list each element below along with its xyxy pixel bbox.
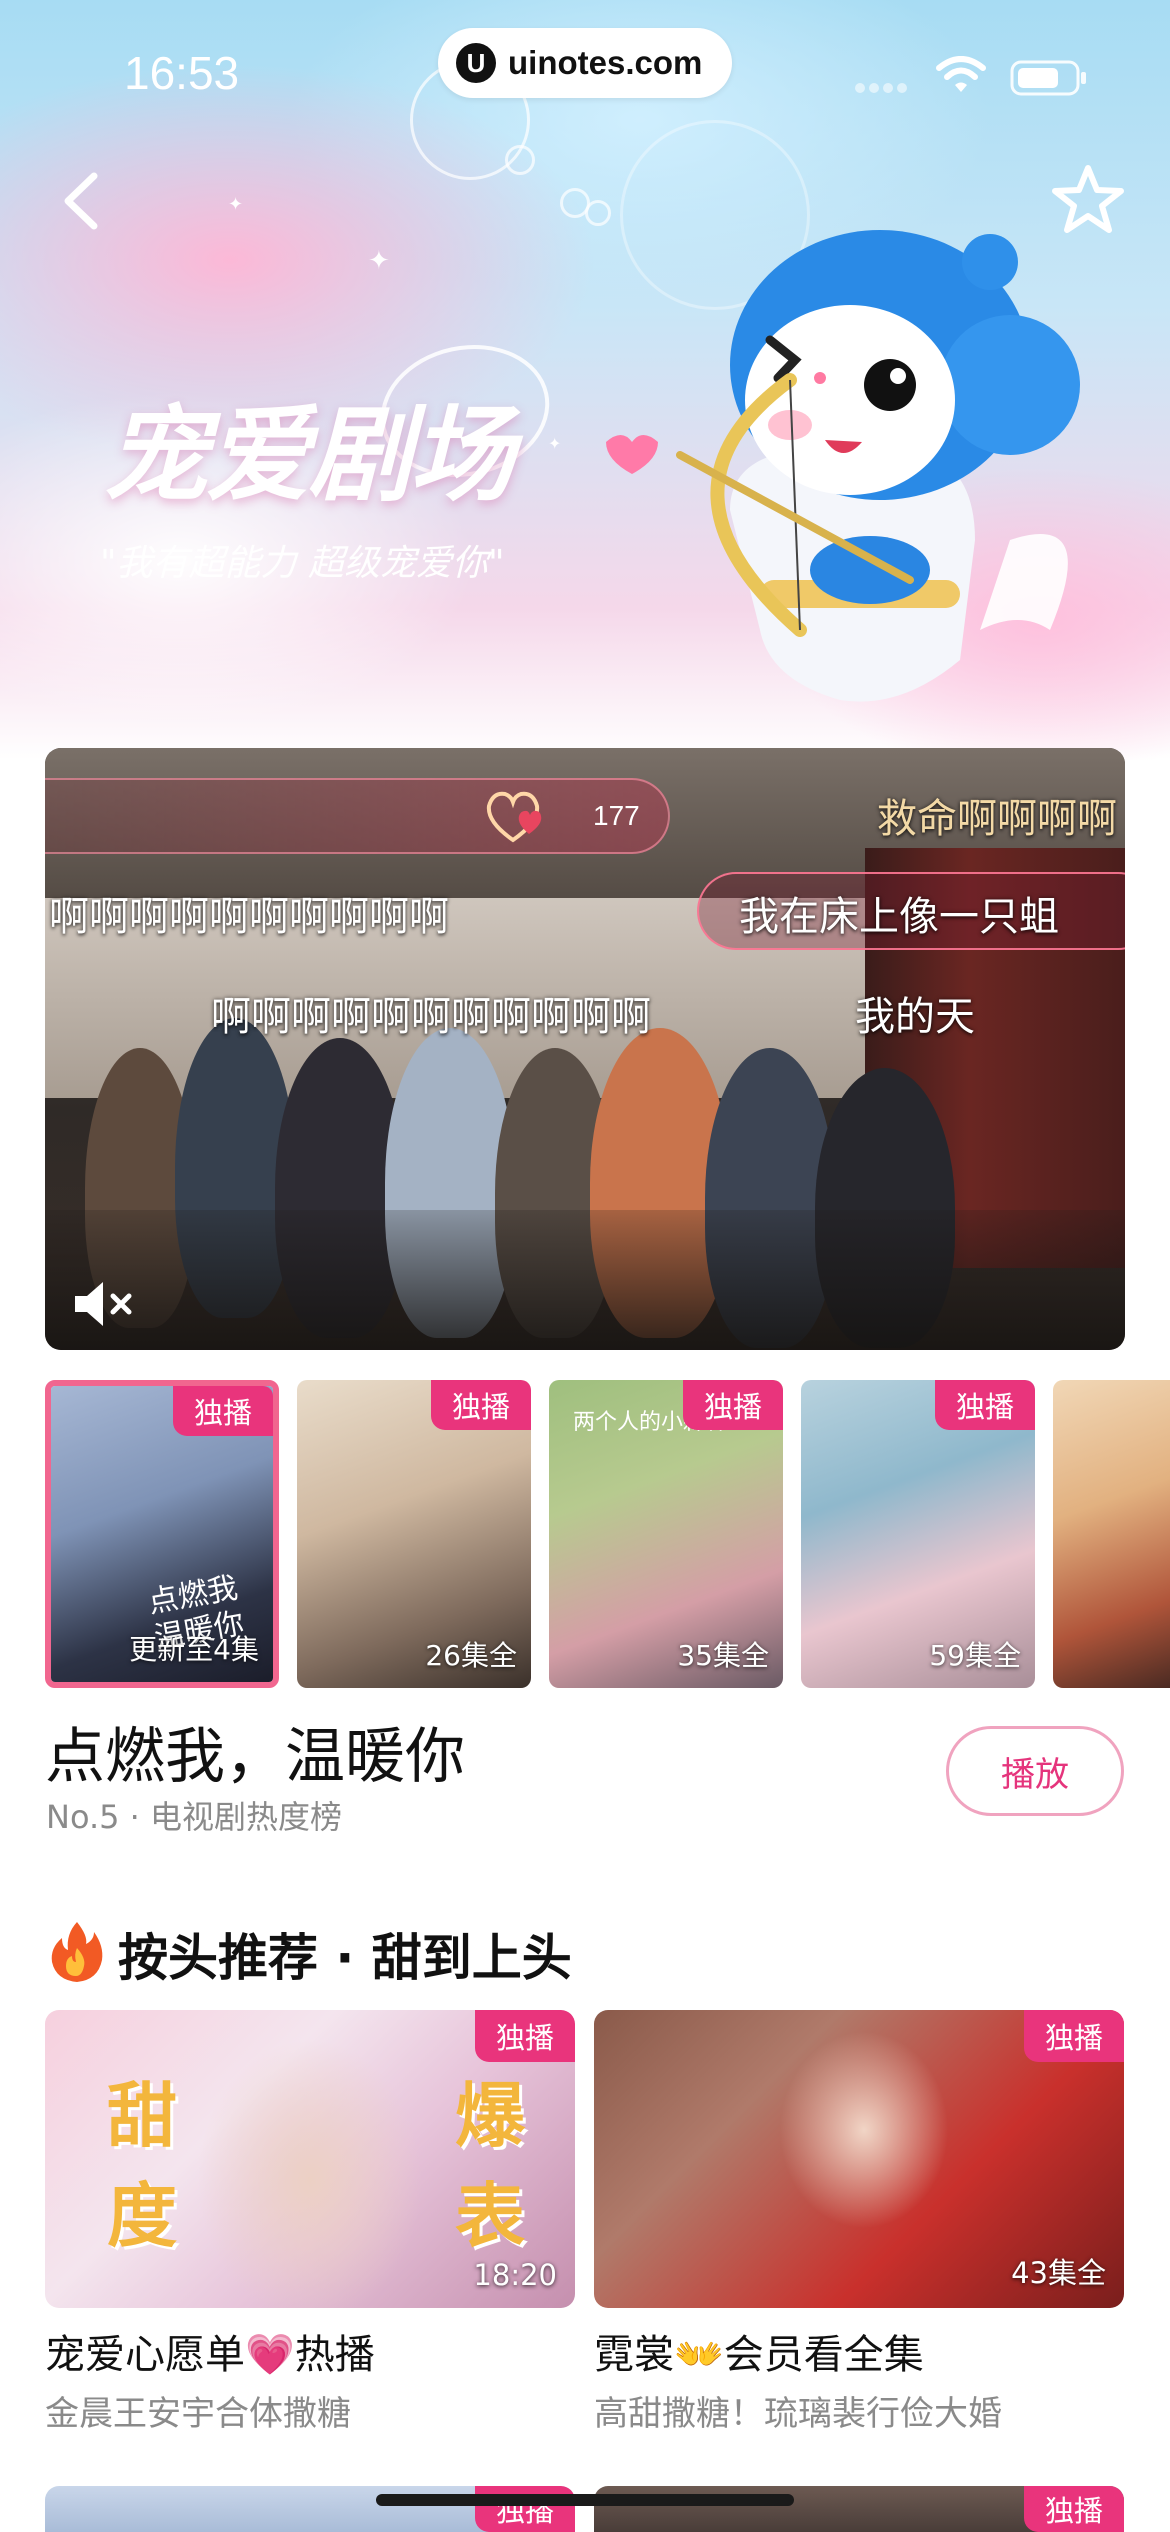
recommend-card[interactable]: 甜度 爆表 独播 18:20 <box>45 2010 575 2308</box>
sparkle-icon: ✦ <box>228 194 244 215</box>
show-title: 点燃我，温暖你 <box>45 1722 465 1792</box>
recommend-card[interactable]: 独播 <box>45 2486 575 2532</box>
wifi-icon <box>936 56 986 92</box>
card-subtitle: 高甜撒糖！琉璃裴行俭大婚 <box>594 2394 1002 2434</box>
decor-bubble <box>505 145 535 175</box>
episode-count: 26集全 <box>425 1639 517 1672</box>
video-player[interactable]: 177 救命啊啊啊啊 啊啊啊啊啊啊啊啊啊啊 我在床上像一只蛆 啊啊啊啊啊啊啊啊啊… <box>45 748 1125 1350</box>
home-indicator[interactable] <box>376 2494 794 2506</box>
hero-slogan: "我有超能力 超级宠爱你" <box>100 543 505 584</box>
card-art-text: 甜度 <box>107 2075 177 2257</box>
card-subtitle: 金晨王安宇合体撒糖 <box>45 2394 351 2434</box>
uinotes-logo-icon: U <box>456 43 496 83</box>
card-title[interactable]: 宠爱心愿单💗热播 <box>45 2322 375 2380</box>
video-duration: 18:20 <box>473 2258 557 2292</box>
section-title: 按头推荐 · 甜到上头 <box>118 1929 572 1987</box>
exclusive-badge: 独播 <box>1024 2486 1124 2532</box>
exclusive-badge: 独播 <box>935 1380 1035 1430</box>
play-button[interactable]: 播放 <box>946 1726 1124 1816</box>
episode-thumb[interactable]: 独播 59集全 <box>801 1380 1035 1688</box>
episode-thumb[interactable]: 两个人的小森林 独播 35集全 <box>549 1380 783 1688</box>
fire-icon <box>51 1922 103 1982</box>
recommend-card[interactable]: 独播 <box>594 2486 1124 2532</box>
signal-icon <box>855 83 907 93</box>
status-time: 16:53 <box>124 47 240 99</box>
heart-icon <box>486 791 542 843</box>
exclusive-badge: 独播 <box>475 2486 575 2532</box>
episode-count: 更新至4集 <box>129 1633 259 1666</box>
sparkle-icon: ✦ <box>368 246 390 276</box>
card-art-text: 爆表 <box>455 2075 525 2257</box>
danmaku-comment: 啊啊啊啊啊啊啊啊啊啊啊 <box>211 994 651 1040</box>
show-rank[interactable]: No.5 · 电视剧热度榜 <box>46 1792 342 1838</box>
battery-icon <box>1010 60 1086 96</box>
sparkle-icon: ✦ <box>548 434 562 453</box>
mute-icon[interactable] <box>67 1274 137 1334</box>
danmaku-comment: 啊啊啊啊啊啊啊啊啊啊 <box>49 894 449 940</box>
poster-art <box>1053 1380 1170 1688</box>
like-count: 177 <box>593 800 640 831</box>
exclusive-badge: 独播 <box>683 1380 783 1430</box>
recommend-card[interactable]: 独播 43集全 <box>594 2010 1124 2308</box>
exclusive-badge: 独播 <box>173 1386 273 1436</box>
video-scene-floor <box>45 1210 1125 1350</box>
exclusive-badge: 独播 <box>431 1380 531 1430</box>
danmaku-comment: 我在床上像一只蛆 <box>739 894 1059 940</box>
url-pill: U uinotes.com <box>438 28 732 98</box>
cupid-mascot-icon <box>606 230 1080 702</box>
back-button[interactable] <box>52 166 112 236</box>
episode-thumb[interactable]: 点燃我 温暖你 独播 更新至4集 <box>45 1380 279 1688</box>
card-title[interactable]: 霓裳👐会员看全集 <box>594 2322 924 2380</box>
exclusive-badge: 独播 <box>475 2010 575 2062</box>
danmaku-comment: 救命啊啊啊啊 <box>877 796 1117 842</box>
episode-count: 43集全 <box>1011 2256 1106 2290</box>
exclusive-badge: 独播 <box>1024 2010 1124 2062</box>
episode-count: 35集全 <box>677 1639 769 1672</box>
episode-thumb[interactable] <box>1053 1380 1170 1688</box>
episode-thumb[interactable]: 独播 26集全 <box>297 1380 531 1688</box>
hero-banner: ✦ ✦ ✦ 16:53 U uinotes.com 宠爱剧场 "我有超能力 超级… <box>0 0 1170 760</box>
like-counter[interactable]: 177 <box>45 778 670 854</box>
episode-count: 59集全 <box>929 1639 1021 1672</box>
hero-title: 宠爱剧场 <box>104 394 514 516</box>
danmaku-comment: 我的天 <box>855 994 975 1040</box>
url-text: uinotes.com <box>508 44 703 81</box>
